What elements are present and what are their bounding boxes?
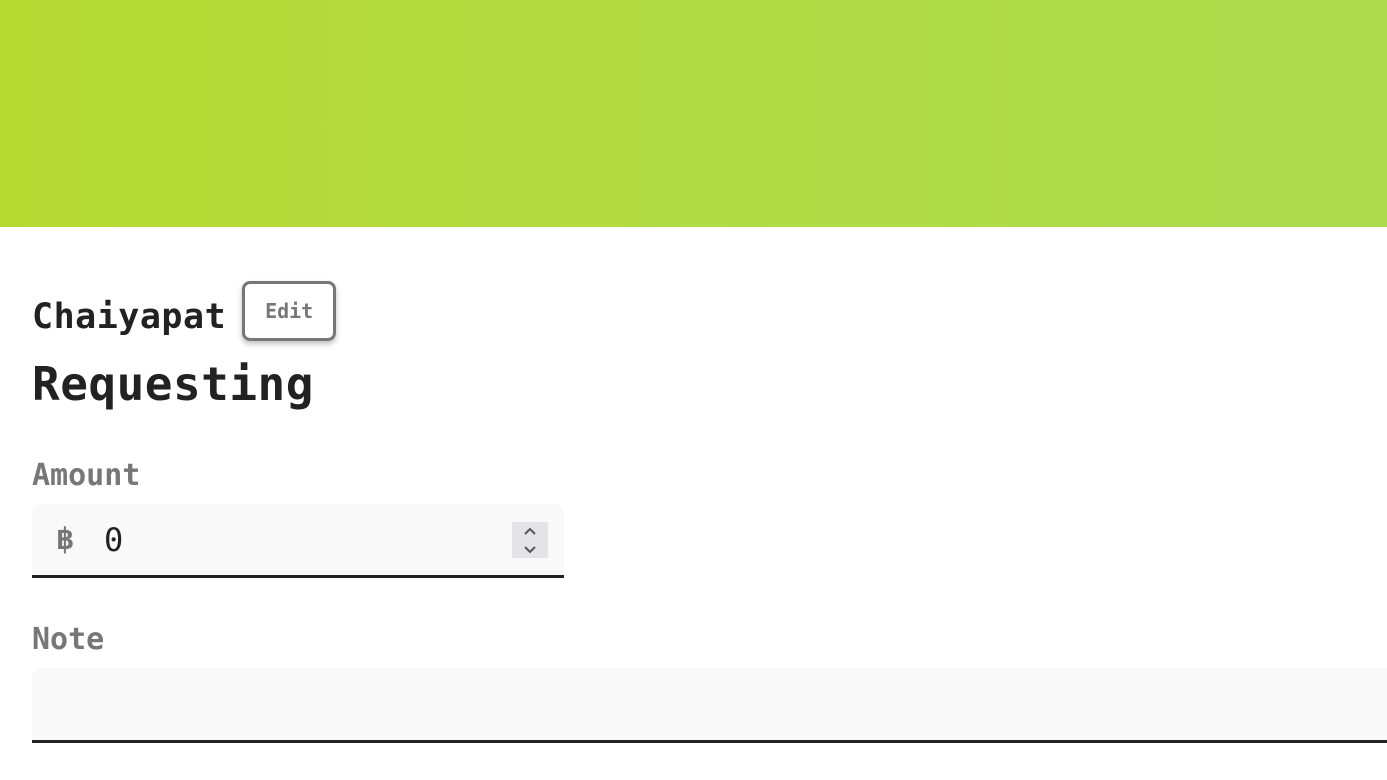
- note-label: Note: [32, 622, 105, 657]
- edit-button[interactable]: Edit: [242, 281, 337, 341]
- note-input[interactable]: [32, 668, 1387, 740]
- amount-stepper[interactable]: [512, 522, 548, 558]
- user-name: Chaiyapat: [32, 297, 227, 337]
- profile-row: Chaiyapat Edit: [32, 280, 1387, 344]
- amount-field: ฿: [32, 504, 564, 578]
- chevron-down-icon[interactable]: [512, 540, 548, 558]
- request-form: Chaiyapat Edit Requesting Amount ฿ Note: [32, 280, 1387, 743]
- amount-label: Amount: [32, 458, 141, 493]
- amount-input[interactable]: [104, 520, 484, 559]
- chevron-up-icon[interactable]: [512, 522, 548, 540]
- header-banner: [0, 0, 1387, 227]
- note-field: [32, 668, 1387, 743]
- currency-symbol: ฿: [56, 522, 75, 557]
- page-title: Requesting: [32, 357, 314, 411]
